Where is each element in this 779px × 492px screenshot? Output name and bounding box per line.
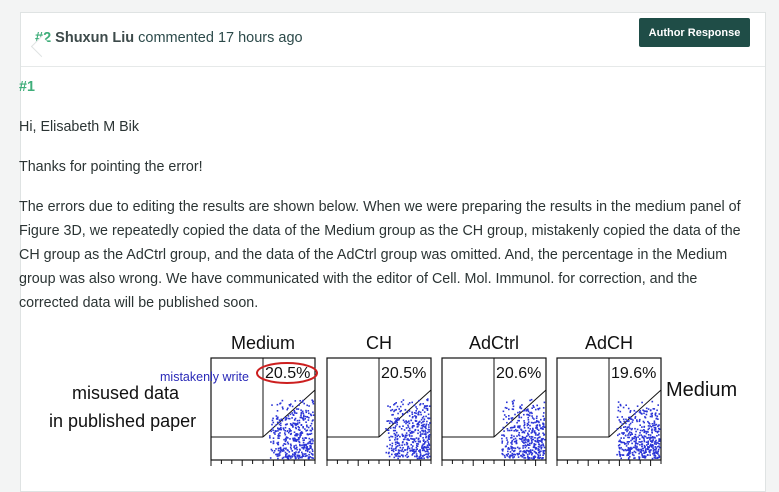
event-dots: [501, 398, 546, 460]
plot-panels: Medium 20.5% CH 20.5% AdCtrl 20.6% AdCH 19.6% mi…: [160, 333, 662, 466]
plot-panel: Medium 20.5%: [210, 333, 318, 466]
comment-verb: commented: [138, 30, 214, 46]
reply-reference-link[interactable]: #1: [19, 75, 759, 99]
explanation-text: The errors due to editing the results ar…: [19, 199, 741, 311]
row-label-line1: misused data: [72, 383, 180, 403]
plot-panel: CH 20.5%: [326, 333, 432, 466]
annotation-text: mistakenly write: [160, 370, 249, 384]
gate-percentage: 20.5%: [265, 365, 310, 382]
thanks-text: Thanks for pointing the error!: [19, 159, 203, 175]
gate-percentage: 20.6%: [496, 365, 541, 382]
flow-cytometry-figure: misused data in published paper Medium M…: [48, 329, 748, 479]
plot-panel: AdCtrl 20.6%: [441, 333, 547, 466]
greeting-text: Hi, Elisabeth M Bik: [19, 119, 139, 135]
plot-panel: AdCH 19.6%: [556, 333, 662, 466]
figure-svg: misused data in published paper Medium M…: [49, 333, 737, 466]
comment-meta: #2 Shuxun Liu commented 17 hours ago: [35, 30, 303, 46]
panel-title: Medium: [231, 333, 295, 353]
panel-title: AdCtrl: [469, 333, 519, 353]
panel-title: CH: [366, 333, 392, 353]
gate-percentage: 20.5%: [381, 365, 426, 382]
panel-title: AdCH: [585, 333, 633, 353]
comment-timestamp[interactable]: 17 hours ago: [218, 30, 303, 46]
author-response-badge: Author Response: [639, 18, 750, 47]
condition-label: Medium: [666, 379, 737, 401]
event-dots: [616, 400, 661, 460]
event-dots: [269, 399, 315, 460]
event-dots: [385, 398, 431, 460]
comment-header: #2 Shuxun Liu commented 17 hours ago Aut…: [21, 13, 765, 67]
row-label-line2: in published paper: [49, 411, 196, 431]
comment-author[interactable]: Shuxun Liu: [55, 30, 134, 46]
comment-body: #1 Hi, Elisabeth M Bik Thanks for pointi…: [19, 75, 759, 331]
gate-percentage: 19.6%: [611, 365, 656, 382]
